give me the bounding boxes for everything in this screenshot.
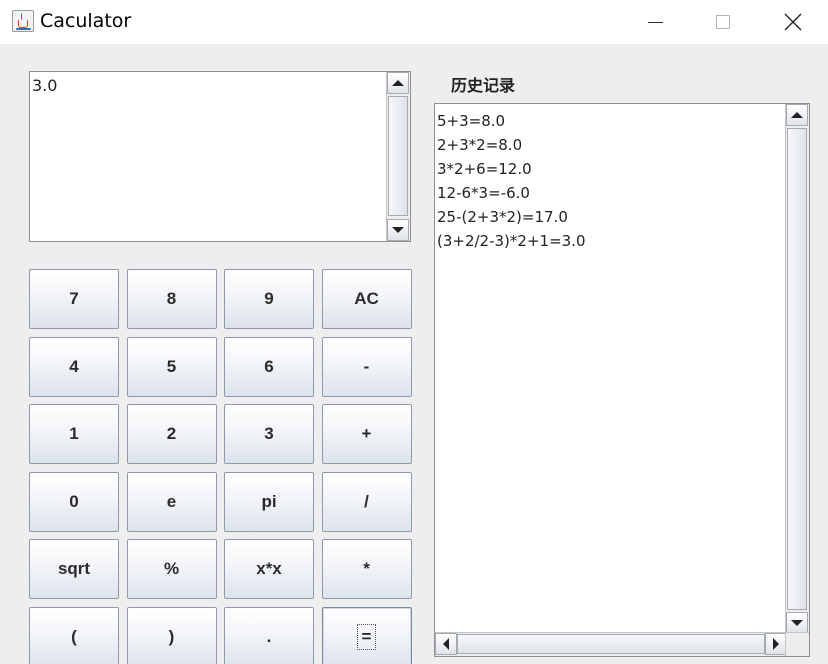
key-label: 0 [69,491,79,511]
title-bar[interactable]: Caculator [0,0,828,44]
key-label: 8 [166,289,177,308]
history-horizontal-scrollbar[interactable] [435,632,787,656]
close-button[interactable] [770,0,816,44]
key-label: AC [354,289,379,308]
key-label: 1 [69,424,79,443]
key-label: - [363,356,370,376]
open-paren-button[interactable]: ( [29,606,119,664]
key-label: 4 [69,356,79,376]
close-paren-button[interactable]: ) [126,606,217,664]
scroll-up-button[interactable] [786,104,808,126]
two-button[interactable]: 2 [126,404,217,464]
arrow-down-icon [392,227,404,233]
scroll-down-button[interactable] [786,612,808,634]
history-entry: 2+3*2=8.0 [437,136,523,154]
zero-button[interactable]: 0 [29,471,119,532]
key-label: 5 [166,356,177,376]
maximize-button[interactable] [700,0,746,44]
history-entry: (3+2/2-3)*2+1=3.0 [437,232,586,250]
history-entry: 12-6*3=-6.0 [437,184,530,202]
java-coffee-cup-icon [12,10,34,32]
key-label: 2 [166,424,177,443]
history-entry: 3*2+6=12.0 [437,160,532,178]
square-button[interactable]: x*x [224,539,314,599]
scroll-thumb[interactable] [787,128,807,610]
history-panel[interactable]: 5+3=8.0 2+3*2=8.0 3*2+6=12.0 12-6*3=-6.0 25-… [434,103,810,657]
arrow-left-icon [443,638,449,650]
decimal-point-button[interactable]: . [224,606,314,664]
arrow-down-icon [791,620,803,626]
history-list: 5+3=8.0 2+3*2=8.0 3*2+6=12.0 12-6*3=-6.0 25-… [437,109,586,253]
six-button[interactable]: 6 [224,336,314,397]
four-button[interactable]: 4 [29,336,119,397]
key-label: . [266,626,272,646]
one-button[interactable]: 1 [29,404,119,464]
scroll-down-button[interactable] [387,219,409,241]
divide-button[interactable]: / [321,471,412,532]
nine-button[interactable]: 9 [224,269,314,329]
result-display[interactable]: 3.0 [29,71,411,242]
close-icon [784,13,802,31]
history-entry: 25-(2+3*2)=17.0 [437,208,568,226]
multiply-button[interactable]: * [321,539,412,599]
arrow-right-icon [773,638,779,650]
key-label: + [361,424,372,443]
key-label: / [364,491,369,511]
percent-button[interactable]: % [126,539,217,599]
eight-button[interactable]: 8 [126,269,217,329]
display-value: 3.0 [32,76,58,95]
keypad: 7 8 9 AC 4 5 6 - 1 2 3 +0 e pi / sqrt% x*x * (). = [29,269,413,664]
arrow-up-icon [392,80,404,86]
minus-button[interactable]: - [321,336,412,397]
square-root-button[interactable]: sqrt [29,539,119,599]
minimize-button[interactable] [632,0,678,44]
key-label: x*x [256,559,282,578]
five-button[interactable]: 5 [126,336,217,397]
minimize-icon [647,21,663,23]
maximize-icon [716,15,730,29]
euler-e-button[interactable]: e [126,471,217,532]
history-title: 历史记录 [451,76,516,95]
arrow-up-icon [791,112,803,118]
all-clear-button[interactable]: AC [321,269,412,329]
key-label: 7 [69,289,79,308]
key-label: 9 [264,289,274,308]
scroll-right-button[interactable] [765,633,787,655]
pi-button[interactable]: pi [224,471,314,532]
history-entry: 5+3=8.0 [437,112,506,130]
scrollbar-corner [785,632,809,656]
seven-button[interactable]: 7 [29,269,119,329]
equals-button[interactable]: = [321,606,412,664]
scroll-thumb[interactable] [388,96,408,216]
plus-button[interactable]: + [321,404,412,464]
key-label: % [163,559,180,578]
key-label: sqrt [57,559,91,578]
key-label: ) [168,626,175,646]
scroll-thumb[interactable] [457,634,765,654]
key-label: pi [261,491,277,511]
key-label: ( [71,626,77,646]
key-label: * [363,559,370,578]
three-button[interactable]: 3 [224,404,314,464]
key-label: = [356,623,377,650]
display-vertical-scrollbar[interactable] [386,72,410,241]
key-label: 3 [264,424,274,443]
key-label: e [166,491,177,511]
scroll-left-button[interactable] [435,633,457,655]
key-label: 6 [264,356,274,376]
window-title: Caculator [40,10,132,32]
scroll-up-button[interactable] [387,72,409,94]
history-vertical-scrollbar[interactable] [785,104,809,634]
